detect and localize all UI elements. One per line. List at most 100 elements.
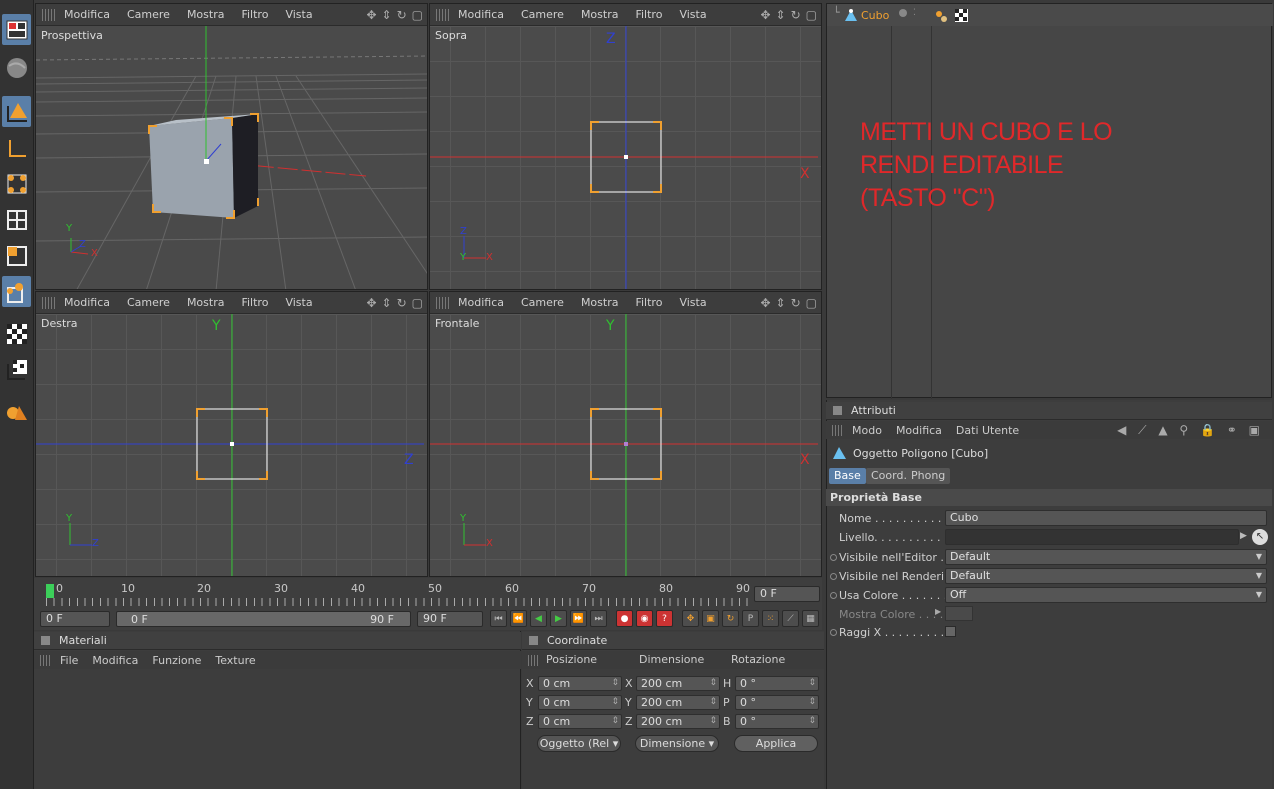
top-canvas[interactable]: Sopra Z X Z Y X — [430, 26, 821, 289]
maximize-view-icon[interactable]: ▢ — [412, 8, 423, 22]
visibility-dot-icon[interactable] — [899, 9, 907, 17]
end-frame-field[interactable]: 90 F — [417, 611, 483, 627]
menu-modifica[interactable]: Modifica — [92, 654, 138, 667]
sculpt-icon[interactable] — [2, 52, 31, 83]
mode-dropdown[interactable]: Oggetto (Rel ▾ — [537, 735, 621, 752]
axis-mode-icon[interactable] — [2, 132, 31, 163]
menu-modo[interactable]: Modo — [852, 424, 882, 437]
menu-camere[interactable]: Camere — [127, 296, 170, 309]
play-icon[interactable]: ▶ — [550, 610, 567, 627]
menu-funzione[interactable]: Funzione — [152, 654, 201, 667]
grip-icon[interactable] — [832, 424, 844, 436]
record-icon[interactable]: ● — [616, 610, 633, 627]
move-view-icon[interactable]: ✥ — [366, 296, 376, 310]
menu-camere[interactable]: Camere — [521, 296, 564, 309]
workplane-icon[interactable] — [2, 396, 31, 427]
grip-icon[interactable] — [42, 296, 56, 309]
expand-arrow-icon[interactable]: ▶ — [935, 607, 941, 616]
grip-icon[interactable] — [436, 296, 450, 309]
key-scale-icon[interactable]: ▣ — [702, 610, 719, 627]
front-canvas[interactable]: Frontale Y X Y X — [430, 314, 821, 576]
livello-field[interactable] — [945, 529, 1239, 545]
panel-handle-icon[interactable] — [529, 636, 538, 645]
menu-modifica[interactable]: Modifica — [64, 8, 110, 21]
pos-y-input[interactable]: 0 cm — [538, 695, 622, 710]
menu-file[interactable]: File — [60, 654, 78, 667]
perspective-canvas[interactable]: Prospettiva Y Z X — [36, 26, 427, 289]
vis-render-select[interactable]: Default — [945, 568, 1267, 584]
uv-mode-icon[interactable] — [2, 276, 31, 307]
tab-phong[interactable]: Phong — [906, 468, 951, 484]
key-position-icon[interactable]: ✥ — [682, 610, 699, 627]
help-icon[interactable]: ? — [656, 610, 673, 627]
points-mode-icon[interactable] — [2, 168, 31, 199]
keyframe-mode-icon[interactable]: ⟋ — [782, 610, 799, 627]
zoom-view-icon[interactable]: ⇕ — [776, 296, 786, 310]
edges-mode-icon[interactable] — [2, 204, 31, 235]
menu-vista[interactable]: Vista — [285, 296, 312, 309]
vis-editor-select[interactable]: Default — [945, 549, 1267, 565]
keyframe-dot-icon[interactable] — [830, 573, 837, 580]
rot-b-input[interactable]: 0 ° — [735, 714, 819, 729]
current-frame-field[interactable]: 0 F — [754, 586, 820, 602]
zoom-view-icon[interactable]: ⇕ — [776, 8, 786, 22]
viewport-front[interactable]: Modifica Camere Mostra Filtro Vista ✥ ⇕ ↻ ▢… — [429, 291, 822, 577]
menu-mostra[interactable]: Mostra — [187, 296, 225, 309]
timeline-ruler[interactable]: 0 10 20 30 40 50 60 70 80 90 — [46, 582, 752, 606]
rot-p-input[interactable]: 0 ° — [735, 695, 819, 710]
menu-filtro[interactable]: Filtro — [635, 296, 662, 309]
texture-axis-icon[interactable] — [2, 354, 31, 385]
attributes-nav-icons[interactable]: ◀ ⟋ ▲ ⚲ 🔒 ⚭ ▣ — [1117, 423, 1264, 438]
playhead[interactable] — [46, 584, 54, 598]
color-swatch[interactable] — [945, 606, 973, 621]
grip-icon[interactable] — [436, 8, 450, 21]
texture-mode-icon[interactable] — [2, 318, 31, 349]
size-z-input[interactable]: 200 cm — [636, 714, 720, 729]
menu-camere[interactable]: Camere — [521, 8, 564, 21]
key-parameter-icon[interactable]: P — [742, 610, 759, 627]
apply-button[interactable]: Applica — [734, 735, 818, 752]
size-dropdown[interactable]: Dimensione ▾ — [635, 735, 719, 752]
menu-vista[interactable]: Vista — [679, 8, 706, 21]
model-mode-icon[interactable] — [2, 96, 31, 127]
panel-handle-icon[interactable] — [833, 406, 842, 415]
render-dot-icon[interactable]: ⁚ — [913, 8, 916, 18]
menu-texture[interactable]: Texture — [215, 654, 255, 667]
rotate-view-icon[interactable]: ↻ — [791, 8, 801, 22]
menu-mostra[interactable]: Mostra — [581, 296, 619, 309]
zoom-view-icon[interactable]: ⇕ — [382, 296, 392, 310]
menu-modifica[interactable]: Modifica — [458, 296, 504, 309]
size-x-input[interactable]: 200 cm — [636, 676, 720, 691]
menu-dati-utente[interactable]: Dati Utente — [956, 424, 1019, 437]
nome-input[interactable]: Cubo — [945, 510, 1267, 526]
polygons-mode-icon[interactable] — [2, 240, 31, 271]
rotate-view-icon[interactable]: ↻ — [397, 8, 407, 22]
key-points-icon[interactable]: ⁙ — [762, 610, 779, 627]
layout-icon[interactable] — [2, 14, 31, 45]
raggi-x-checkbox[interactable] — [945, 626, 956, 637]
maximize-view-icon[interactable]: ▢ — [412, 296, 423, 310]
object-row[interactable]: └ Cubo ⁚ — [827, 4, 1273, 26]
menu-modifica[interactable]: Modifica — [458, 8, 504, 21]
move-view-icon[interactable]: ✥ — [366, 8, 376, 22]
rotate-view-icon[interactable]: ↻ — [397, 296, 407, 310]
menu-filtro[interactable]: Filtro — [241, 296, 268, 309]
size-y-input[interactable]: 200 cm — [636, 695, 720, 710]
menu-vista[interactable]: Vista — [679, 296, 706, 309]
maximize-view-icon[interactable]: ▢ — [806, 8, 817, 22]
usa-colore-select[interactable]: Off — [945, 587, 1267, 603]
menu-filtro[interactable]: Filtro — [241, 8, 268, 21]
start-frame-field[interactable]: 0 F — [40, 611, 110, 627]
move-view-icon[interactable]: ✥ — [760, 8, 770, 22]
next-key-icon[interactable]: ⏩ — [570, 610, 587, 627]
menu-modifica[interactable]: Modifica — [64, 296, 110, 309]
range-slider[interactable]: 0 F 90 F — [116, 611, 411, 627]
menu-vista[interactable]: Vista — [285, 8, 312, 21]
layout-menu-icon[interactable]: ▦ — [802, 610, 819, 627]
texture-tag-icon[interactable] — [955, 9, 968, 22]
menu-filtro[interactable]: Filtro — [635, 8, 662, 21]
menu-camere[interactable]: Camere — [127, 8, 170, 21]
rotate-view-icon[interactable]: ↻ — [791, 296, 801, 310]
menu-mostra[interactable]: Mostra — [187, 8, 225, 21]
zoom-view-icon[interactable]: ⇕ — [382, 8, 392, 22]
